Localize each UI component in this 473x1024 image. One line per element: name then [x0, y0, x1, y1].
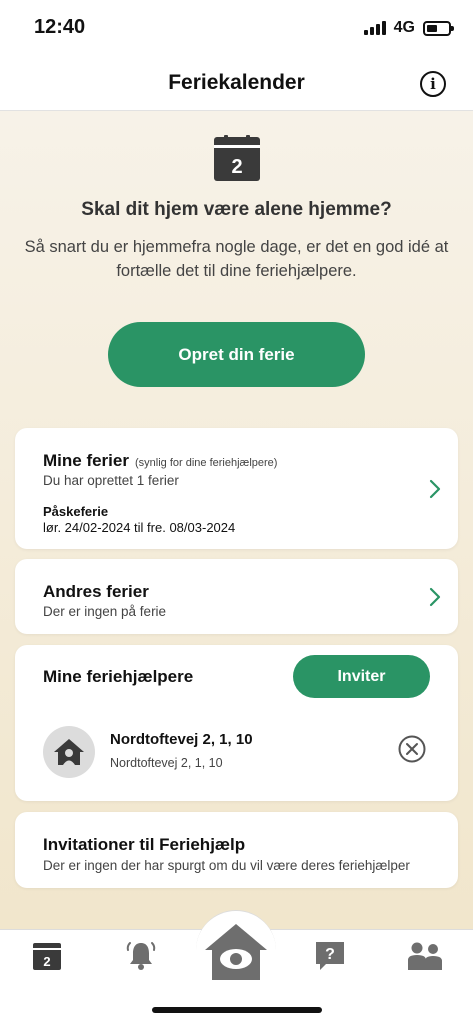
my-helpers-card: Mine feriehjælpere Inviter Nordtoftevej … — [15, 645, 458, 801]
people-icon — [408, 942, 442, 970]
hero-title: Skal dit hjem være alene hjemme? — [81, 199, 392, 220]
others-holidays-card[interactable]: Andres ferier Der er ingen på ferie — [15, 559, 458, 634]
holiday-dates: lør. 24/02-2024 til fre. 08/03-2024 — [43, 520, 236, 535]
help-question-mark: ? — [325, 946, 335, 963]
holiday-name: Påskeferie — [43, 504, 109, 519]
home-eye-icon — [205, 924, 267, 980]
tab-help[interactable]: ? — [314, 940, 346, 972]
tab-home[interactable] — [203, 922, 269, 982]
tab-calendar[interactable]: 2 — [31, 940, 63, 972]
info-icon[interactable]: i — [420, 71, 446, 97]
battery-icon — [423, 20, 454, 36]
hero-description: Så snart du er hjemmefra nogle dage, er … — [24, 238, 449, 280]
my-holidays-subtitle: Du har oprettet 1 ferier — [43, 473, 179, 488]
invitations-title: Invitationer til Feriehjælp — [43, 835, 246, 854]
status-bar: 12:40 4G — [0, 0, 473, 56]
calendar-day-number: 2 — [231, 156, 242, 178]
calendar-icon: 2 — [214, 135, 260, 181]
invitations-card[interactable]: Invitationer til Feriehjælp Der er ingen… — [15, 812, 458, 888]
network-label: 4G — [393, 19, 415, 36]
invite-button[interactable]: Inviter — [293, 655, 430, 698]
my-holidays-card[interactable]: Mine ferier (synlig for dine feriehjælper… — [15, 428, 458, 549]
calendar-icon: 2 — [33, 943, 61, 970]
remove-helper-icon[interactable] — [398, 735, 426, 763]
my-holidays-title-text: Mine ferier — [43, 451, 129, 470]
chevron-right-icon — [429, 479, 441, 499]
invitations-subtitle: Der er ingen der har spurgt om du vil væ… — [43, 858, 410, 873]
status-time: 12:40 — [34, 16, 86, 38]
signal-icon — [363, 21, 386, 35]
main-content: 2 Skal dit hjem være alene hjemme? Så sn… — [0, 111, 473, 929]
navigation-bar: Feriekalender i — [0, 56, 473, 111]
status-indicators: 4G — [363, 19, 454, 37]
help-icon: ? — [316, 942, 344, 970]
alarm-bell-icon — [126, 942, 156, 970]
tab-helpers[interactable] — [405, 940, 445, 972]
helper-name: Nordtoftevej 2, 1, 10 — [110, 731, 253, 748]
helper-address: Nordtoftevej 2, 1, 10 — [110, 756, 223, 770]
house-icon — [54, 739, 84, 765]
page-title: Feriekalender — [168, 71, 305, 94]
tab-calendar-day: 2 — [43, 954, 50, 969]
chevron-right-icon — [429, 587, 441, 607]
my-holidays-note: (synlig for dine feriehjælpere) — [134, 457, 278, 469]
avatar — [43, 726, 95, 778]
home-indicator — [152, 1007, 322, 1013]
create-holiday-button[interactable]: Opret din ferie — [108, 322, 365, 387]
my-holidays-title: Mine ferier (synlig for dine feriehjælper… — [43, 451, 277, 471]
tab-alarm[interactable] — [124, 940, 158, 972]
my-helpers-title: Mine feriehjælpere — [43, 667, 194, 686]
others-holidays-subtitle: Der er ingen på ferie — [43, 604, 167, 619]
others-holidays-title: Andres ferier — [43, 582, 149, 601]
